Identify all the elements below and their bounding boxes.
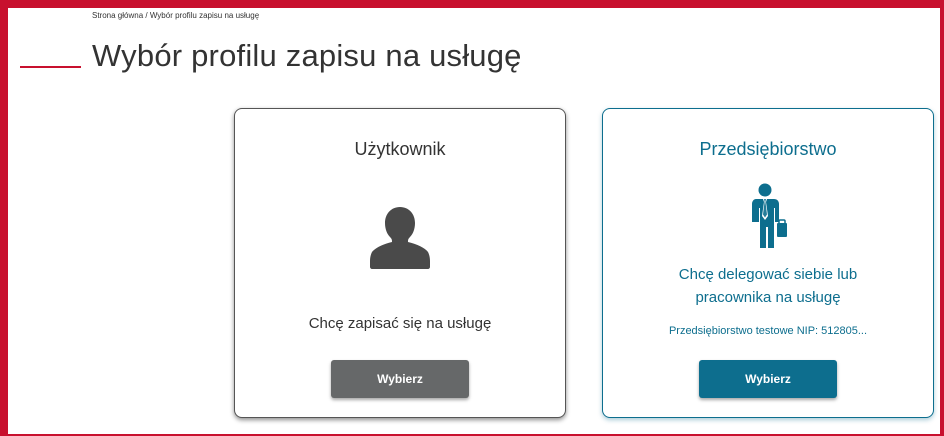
breadcrumb-home-link[interactable]: Strona główna (92, 11, 143, 20)
user-profile-card[interactable]: Użytkownik Chcę zapisać się na usługę Wy… (234, 108, 566, 418)
businessman-with-briefcase-icon (752, 183, 787, 248)
user-silhouette-icon (370, 207, 430, 269)
company-card-description: Chcę delegować siebie lub pracownika na … (603, 263, 933, 309)
company-description-line-1: Chcę delegować siebie lub (678, 266, 858, 283)
company-description-line-2: pracownika na usługę (695, 289, 841, 306)
company-card-title: Przedsiębiorstwo (699, 139, 837, 159)
breadcrumb-current: Wybór profilu zapisu na usługę (149, 11, 260, 20)
breadcrumb: Strona główna / Wybór profilu zapisu na … (92, 11, 259, 20)
breadcrumb-separator: / (143, 11, 150, 20)
select-company-button[interactable]: Wybierz (699, 360, 837, 398)
select-user-button[interactable]: Wybierz (331, 360, 469, 398)
company-nip-text: Przedsiębiorstwo testowe NIP: 512805... (668, 325, 868, 337)
user-card-title: Użytkownik (354, 139, 446, 159)
page-title: Wybór profilu zapisu na usługę (92, 38, 522, 73)
title-accent-line (20, 66, 81, 68)
user-card-description: Chcę zapisać się na usługę (308, 315, 492, 332)
company-profile-card[interactable]: Przedsiębiorstwo Chcę delegować siebie l… (602, 108, 934, 418)
